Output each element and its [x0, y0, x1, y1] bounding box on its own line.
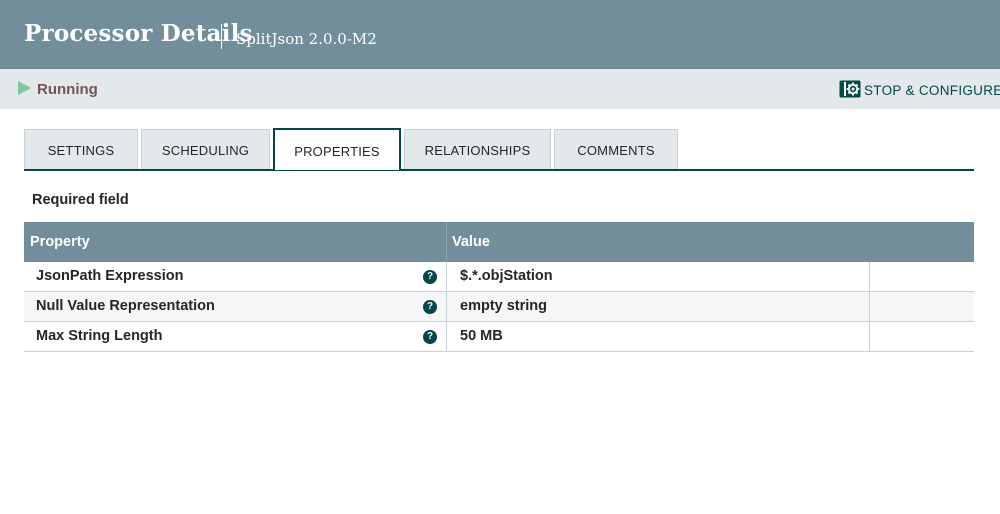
table-row[interactable]: JsonPath Expression ? $.*.objStation [24, 262, 974, 292]
column-header-value[interactable]: Value [452, 234, 490, 250]
tab-comments[interactable]: COMMENTS [554, 129, 678, 169]
column-divider [446, 222, 447, 262]
cell-divider [446, 292, 447, 322]
gear-icon [839, 80, 861, 98]
dialog-header: Processor Details SplitJson 2.0.0-M2 [0, 0, 1000, 69]
help-icon[interactable]: ? [423, 330, 437, 344]
cell-divider [869, 322, 870, 352]
tab-properties[interactable]: PROPERTIES [273, 128, 401, 170]
play-icon [18, 81, 31, 95]
cell-divider [869, 262, 870, 292]
tab-settings[interactable]: SETTINGS [24, 129, 138, 169]
property-name: JsonPath Expression [36, 268, 184, 284]
property-value[interactable]: $.*.objStation [460, 268, 553, 284]
property-name: Max String Length [36, 328, 163, 344]
tab-relationships[interactable]: RELATIONSHIPS [404, 129, 551, 169]
cell-divider [446, 322, 447, 352]
column-header-property[interactable]: Property [30, 234, 90, 250]
table-row[interactable]: Null Value Representation ? empty string [24, 292, 974, 322]
header-separator [221, 24, 222, 49]
property-value[interactable]: empty string [460, 298, 547, 314]
table-header: Property Value [24, 222, 974, 262]
property-name: Null Value Representation [36, 298, 215, 314]
processor-type-version: SplitJson 2.0.0-M2 [236, 30, 377, 48]
cell-divider [446, 262, 447, 292]
stop-and-configure-button[interactable]: STOP & CONFIGURE [839, 80, 1000, 100]
stop-and-configure-label: STOP & CONFIGURE [864, 83, 1000, 98]
run-status-label: Running [37, 81, 98, 98]
property-value[interactable]: 50 MB [460, 328, 503, 344]
cell-divider [869, 292, 870, 322]
table-row[interactable]: Max String Length ? 50 MB [24, 322, 974, 352]
help-icon[interactable]: ? [423, 270, 437, 284]
required-field-label: Required field [32, 192, 129, 208]
tab-scheduling[interactable]: SCHEDULING [141, 129, 270, 169]
dialog-title: Processor Details [24, 20, 253, 47]
help-icon[interactable]: ? [423, 300, 437, 314]
